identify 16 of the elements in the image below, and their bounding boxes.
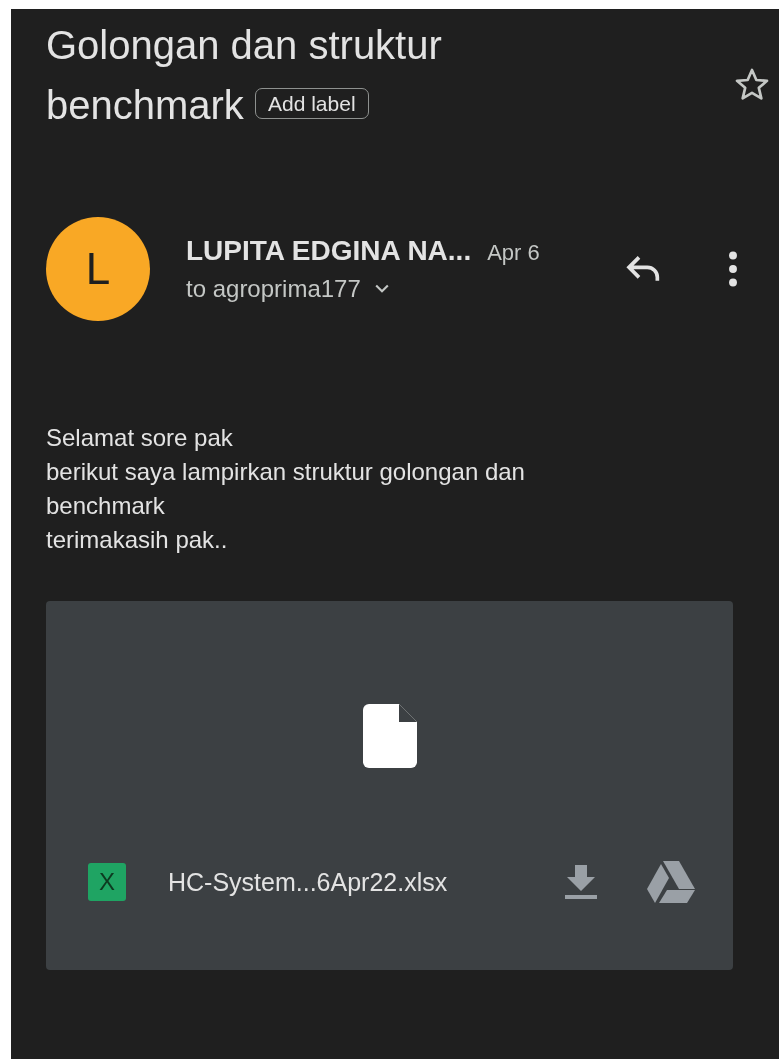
message-date: Apr 6 (487, 240, 540, 266)
chevron-down-icon[interactable] (374, 284, 389, 294)
message-text: Selamat sore pak (46, 423, 234, 453)
add-label-button[interactable]: Add label (255, 88, 369, 120)
download-icon[interactable] (565, 865, 597, 899)
file-name: HC-System...6Apr22.xlsx (168, 867, 449, 897)
avatar-letter: L (85, 244, 111, 294)
drive-triangle-icon[interactable] (647, 861, 695, 903)
file-icon (362, 704, 417, 768)
more-options-icon[interactable] (728, 251, 738, 287)
attachment-card[interactable]: X HC-System...6Apr22.xlsx (46, 601, 733, 970)
message-text: terimakasih pak.. (46, 525, 229, 555)
recipient-text: to agroprima177 (186, 275, 361, 303)
subject-title: Golongan dan struktur benchmark Add label (46, 22, 443, 129)
sender-name: LUPITA EDGINA NA... (186, 235, 472, 267)
spreadsheet-icon: X (88, 863, 126, 901)
